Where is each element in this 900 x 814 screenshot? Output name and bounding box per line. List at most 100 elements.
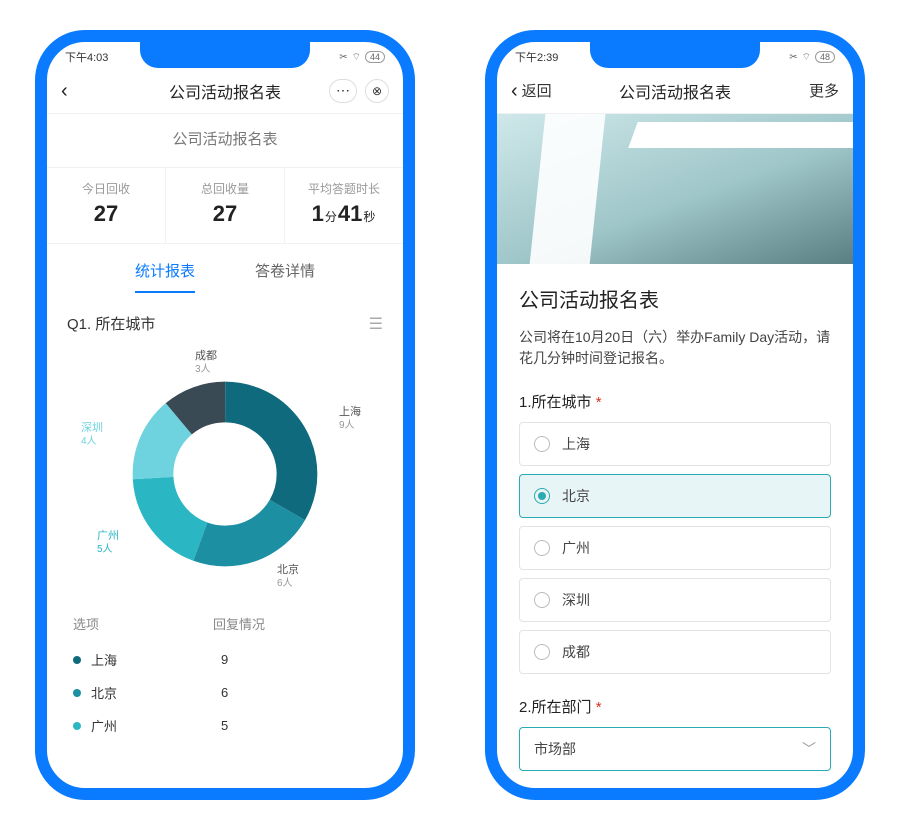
donut-chart: 成都 3人 上海 9人 北京 6人 广州 5人 深圳4人 <box>67 344 383 604</box>
wifi-icon: ⌔ <box>802 51 811 64</box>
label-count: 3人 <box>195 364 211 375</box>
row-value: 5 <box>221 718 228 733</box>
radio-label: 成都 <box>562 642 590 662</box>
metric-value: 27 <box>170 201 280 227</box>
q2-label-text: 2.所在部门 <box>519 699 592 716</box>
more-menu-button[interactable]: ⋯ <box>329 79 357 103</box>
page-title: 公司活动报名表 <box>581 79 769 103</box>
q2-label: 2.所在部门 * <box>519 696 831 717</box>
tab-stats[interactable]: 统计报表 <box>135 260 195 293</box>
radio-option-chengdu[interactable]: 成都 <box>519 630 831 674</box>
form: 公司活动报名表 公司将在10月20日（六）举办Family Day活动，请花几分… <box>497 264 853 771</box>
metric-label: 今日回收 <box>51 180 161 197</box>
legend-dot-icon <box>73 656 81 664</box>
required-mark-icon: * <box>596 394 602 411</box>
row-name: 上海 <box>91 650 221 669</box>
label-name: 上海 <box>339 406 361 418</box>
label-count: 5人 <box>97 544 113 555</box>
legend-dot-icon <box>73 722 81 730</box>
form-title: 公司活动报名表 <box>519 284 831 313</box>
label-count: 9人 <box>339 420 355 431</box>
th-reply: 回复情况 <box>213 614 377 633</box>
radio-option-guangzhou[interactable]: 广州 <box>519 526 831 570</box>
th-option: 选项 <box>73 614 213 633</box>
radio-option-shenzhen[interactable]: 深圳 <box>519 578 831 622</box>
status-time: 下午4:03 <box>65 49 108 65</box>
table-row: 广州 5 <box>73 709 377 742</box>
status-right: ✂ ⌔ 48 <box>789 51 835 64</box>
cut-icon: ✂ <box>339 52 347 63</box>
hamburger-icon[interactable]: ☰ <box>369 314 383 334</box>
back-icon[interactable]: ‹ <box>61 81 68 101</box>
radio-option-shanghai[interactable]: 上海 <box>519 422 831 466</box>
form-description: 公司将在10月20日（六）举办Family Day活动，请花几分钟时间登记报名。 <box>519 327 831 369</box>
row-name: 广州 <box>91 716 221 735</box>
table-row: 上海 9 <box>73 643 377 676</box>
chart-label-guangzhou: 广州 5人 <box>97 530 119 556</box>
q1-radio-group: 上海 北京 广州 深圳 成都 <box>519 422 831 674</box>
cut-icon: ✂ <box>789 52 797 63</box>
row-name: 北京 <box>91 683 221 702</box>
table-row: 北京 6 <box>73 676 377 709</box>
chart-label-shenzhen: 深圳4人 <box>81 422 103 448</box>
nav-bar: ‹ 公司活动报名表 ⋯ ⊗ <box>47 68 403 114</box>
row-value: 9 <box>221 652 228 667</box>
radio-icon <box>534 540 550 556</box>
metric-today: 今日回收 27 <box>47 168 165 243</box>
radio-option-beijing[interactable]: 北京 <box>519 474 831 518</box>
required-mark-icon: * <box>596 699 602 716</box>
back-icon[interactable]: ‹ <box>511 81 518 101</box>
radio-label: 上海 <box>562 434 590 454</box>
metric-value: 1分41秒 <box>289 201 399 227</box>
back-button[interactable]: 返回 <box>522 80 552 101</box>
radio-icon <box>534 592 550 608</box>
metric-total: 总回收量 27 <box>165 168 284 243</box>
hero-image <box>497 114 853 264</box>
nav-bar: ‹ 返回 公司活动报名表 更多 <box>497 68 853 114</box>
legend-table: 选项 回复情况 上海 9 北京 6 广州 5 <box>47 604 403 742</box>
chart-label-chengdu: 成都 3人 <box>195 350 217 376</box>
q1-label: 1.所在城市 * <box>519 391 831 412</box>
phone-frame-form: 下午2:39 ✂ ⌔ 48 ‹ 返回 公司活动报名表 更多 公司活动报名表 公司… <box>485 30 865 800</box>
tab-bar: 统计报表 答卷详情 <box>47 244 403 293</box>
radio-label: 广州 <box>562 538 590 558</box>
chevron-down-icon: ﹀ <box>802 739 816 759</box>
status-time: 下午2:39 <box>515 49 558 65</box>
unit: 秒 <box>363 210 375 224</box>
legend-dot-icon <box>73 689 81 697</box>
question-section: Q1. 所在城市 ☰ 成都3人 上海9人 北京6人 广州5人 <box>47 293 403 604</box>
label-count: 4人 <box>81 436 97 447</box>
metric-seconds: 41 <box>338 201 362 226</box>
row-value: 6 <box>221 685 228 700</box>
donut-svg <box>130 379 320 569</box>
label-count: 6人 <box>277 578 293 589</box>
chart-label-beijing: 北京 6人 <box>277 564 299 590</box>
phone-frame-stats: 下午4:03 ✂ ⌔ 44 ‹ 公司活动报名表 ⋯ ⊗ 公司活动报名表 今日回收… <box>35 30 415 800</box>
label-name: 成都 <box>195 350 217 362</box>
phone-notch <box>140 40 310 68</box>
close-button[interactable]: ⊗ <box>365 79 389 103</box>
metric-duration: 平均答题时长 1分41秒 <box>284 168 403 243</box>
survey-subtitle: 公司活动报名表 <box>47 114 403 167</box>
radio-icon <box>534 644 550 660</box>
radio-icon <box>534 436 550 452</box>
select-value: 市场部 <box>534 739 576 759</box>
label-name: 广州 <box>97 530 119 542</box>
label-name: 北京 <box>277 564 299 576</box>
q1-label-text: 1.所在城市 <box>519 394 592 411</box>
page-title: 公司活动报名表 <box>131 79 319 103</box>
metric-label: 平均答题时长 <box>289 180 399 197</box>
radio-label: 北京 <box>562 486 590 506</box>
radio-icon <box>534 488 550 504</box>
q2-select[interactable]: 市场部 ﹀ <box>519 727 831 771</box>
chart-label-shanghai: 上海 9人 <box>339 406 361 432</box>
radio-label: 深圳 <box>562 590 590 610</box>
metric-label: 总回收量 <box>170 180 280 197</box>
more-button[interactable]: 更多 <box>809 80 839 101</box>
metric-value: 27 <box>51 201 161 227</box>
tab-detail[interactable]: 答卷详情 <box>255 260 315 293</box>
wifi-icon: ⌔ <box>352 51 361 64</box>
battery-pill: 44 <box>365 51 385 63</box>
status-right: ✂ ⌔ 44 <box>339 51 385 64</box>
radio-inner-icon <box>538 492 546 500</box>
